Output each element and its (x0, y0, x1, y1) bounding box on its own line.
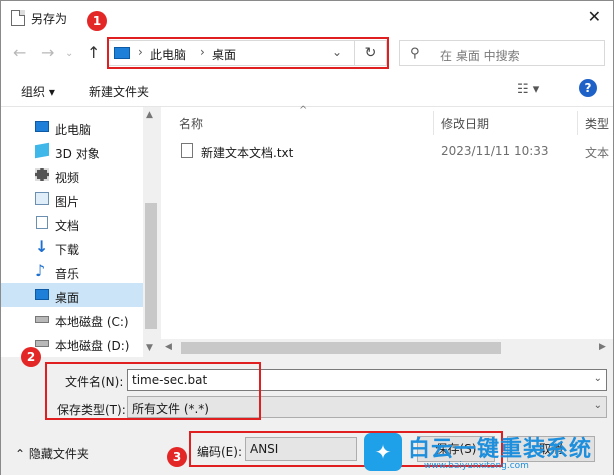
drive-icon (35, 340, 49, 347)
step-badge-1: 1 (87, 11, 107, 31)
column-header-date[interactable]: 修改日期 (441, 115, 489, 132)
tree-item-downloads[interactable]: ↓ 下载 (1, 235, 143, 259)
music-icon: ♪ (35, 261, 46, 280)
bird-icon: ✦ (364, 433, 402, 471)
command-bar: 组织 ▾ 新建文件夹 ☷ ▾ ? (1, 71, 613, 107)
file-name: 新建文本文档.txt (201, 146, 294, 160)
search-placeholder: 在 桌面 中搜索 (440, 49, 520, 63)
drive-icon (35, 316, 49, 323)
scroll-down-icon[interactable]: ▼ (146, 343, 153, 353)
tree-item-videos[interactable]: 视频 (1, 163, 143, 187)
text-file-icon (181, 143, 193, 158)
highlight-filename-type (45, 362, 261, 420)
recent-chevron-icon[interactable]: ⌄ (65, 48, 73, 59)
scrollbar-thumb[interactable] (145, 203, 157, 329)
sort-ascending-icon: ^ (299, 105, 308, 116)
video-icon (35, 168, 49, 181)
column-header-type[interactable]: 类型 (585, 115, 609, 132)
file-row[interactable]: 新建文本文档.txt 2023/11/11 10:33 文本 (161, 139, 613, 163)
navigation-pane-scrollbar[interactable]: ▲ ▼ (143, 107, 159, 357)
file-date: 2023/11/11 10:33 (441, 144, 549, 158)
pc-icon (35, 121, 49, 132)
scroll-left-icon[interactable]: ◀ (165, 342, 172, 352)
file-type: 文本 (585, 146, 610, 160)
scroll-right-icon[interactable]: ▶ (599, 342, 606, 352)
scrollbar-thumb[interactable] (181, 342, 501, 354)
tree-item-pictures[interactable]: 图片 (1, 187, 143, 211)
column-divider (433, 111, 434, 135)
forward-icon[interactable]: → (41, 43, 54, 62)
organize-menu[interactable]: 组织 ▾ (21, 83, 55, 100)
chevron-down-icon[interactable]: ⌄ (594, 373, 602, 384)
highlight-address-bar (107, 37, 389, 69)
search-icon: ⚲ (410, 46, 420, 61)
navigation-pane: 此电脑 3D 对象 视频 图片 文档 ↓ 下载 ♪ 音乐 桌面 本地磁盘 (C:… (1, 107, 143, 357)
save-as-dialog: 另存为 ✕ ← → ⌄ ↑ › 此电脑 › 桌面 ⌄ ↻ ⚲ 在 桌面 中搜索 … (0, 0, 614, 475)
up-icon[interactable]: ↑ (87, 43, 100, 62)
desktop-icon (35, 289, 49, 300)
tree-item-desktop[interactable]: 桌面 (1, 283, 143, 307)
scroll-up-icon[interactable]: ▲ (146, 110, 153, 120)
close-button[interactable]: ✕ (588, 7, 601, 26)
watermark-title: 白云一键重装系统 (408, 437, 593, 462)
download-icon: ↓ (35, 237, 49, 256)
tree-item-music[interactable]: ♪ 音乐 (1, 259, 143, 283)
tree-item-3d-objects[interactable]: 3D 对象 (1, 139, 143, 163)
back-icon[interactable]: ← (13, 43, 26, 62)
notepad-icon (11, 10, 25, 26)
watermark-url: www.baiyunxitong.com (424, 461, 529, 471)
hide-folders-toggle[interactable]: ⌃ 隐藏文件夹 (15, 445, 89, 462)
picture-icon (35, 192, 49, 205)
column-divider (577, 111, 578, 135)
step-badge-3: 3 (167, 447, 187, 467)
view-options-icon[interactable]: ☷ ▾ (517, 82, 539, 97)
document-icon (36, 216, 48, 229)
watermark: ✦ 白云一键重装系统 www.baiyunxitong.com (364, 431, 610, 473)
tree-item-this-pc[interactable]: 此电脑 (1, 115, 143, 139)
window-title: 另存为 (31, 12, 68, 26)
tree-item-drive-c[interactable]: 本地磁盘 (C:) (1, 307, 143, 331)
tree-item-documents[interactable]: 文档 (1, 211, 143, 235)
search-box[interactable]: ⚲ 在 桌面 中搜索 (399, 40, 605, 66)
file-list-horizontal-scrollbar[interactable]: ◀ ▶ (161, 339, 613, 357)
help-icon[interactable]: ? (579, 79, 597, 97)
column-header-name[interactable]: 名称 (179, 115, 203, 132)
chevron-down-icon[interactable]: ⌄ (594, 400, 602, 411)
step-badge-2: 2 (21, 347, 41, 367)
file-list: ^ 名称 修改日期 类型 新建文本文档.txt 2023/11/11 10:33… (161, 105, 613, 339)
cube-icon (35, 142, 49, 159)
new-folder-button[interactable]: 新建文件夹 (89, 83, 149, 100)
